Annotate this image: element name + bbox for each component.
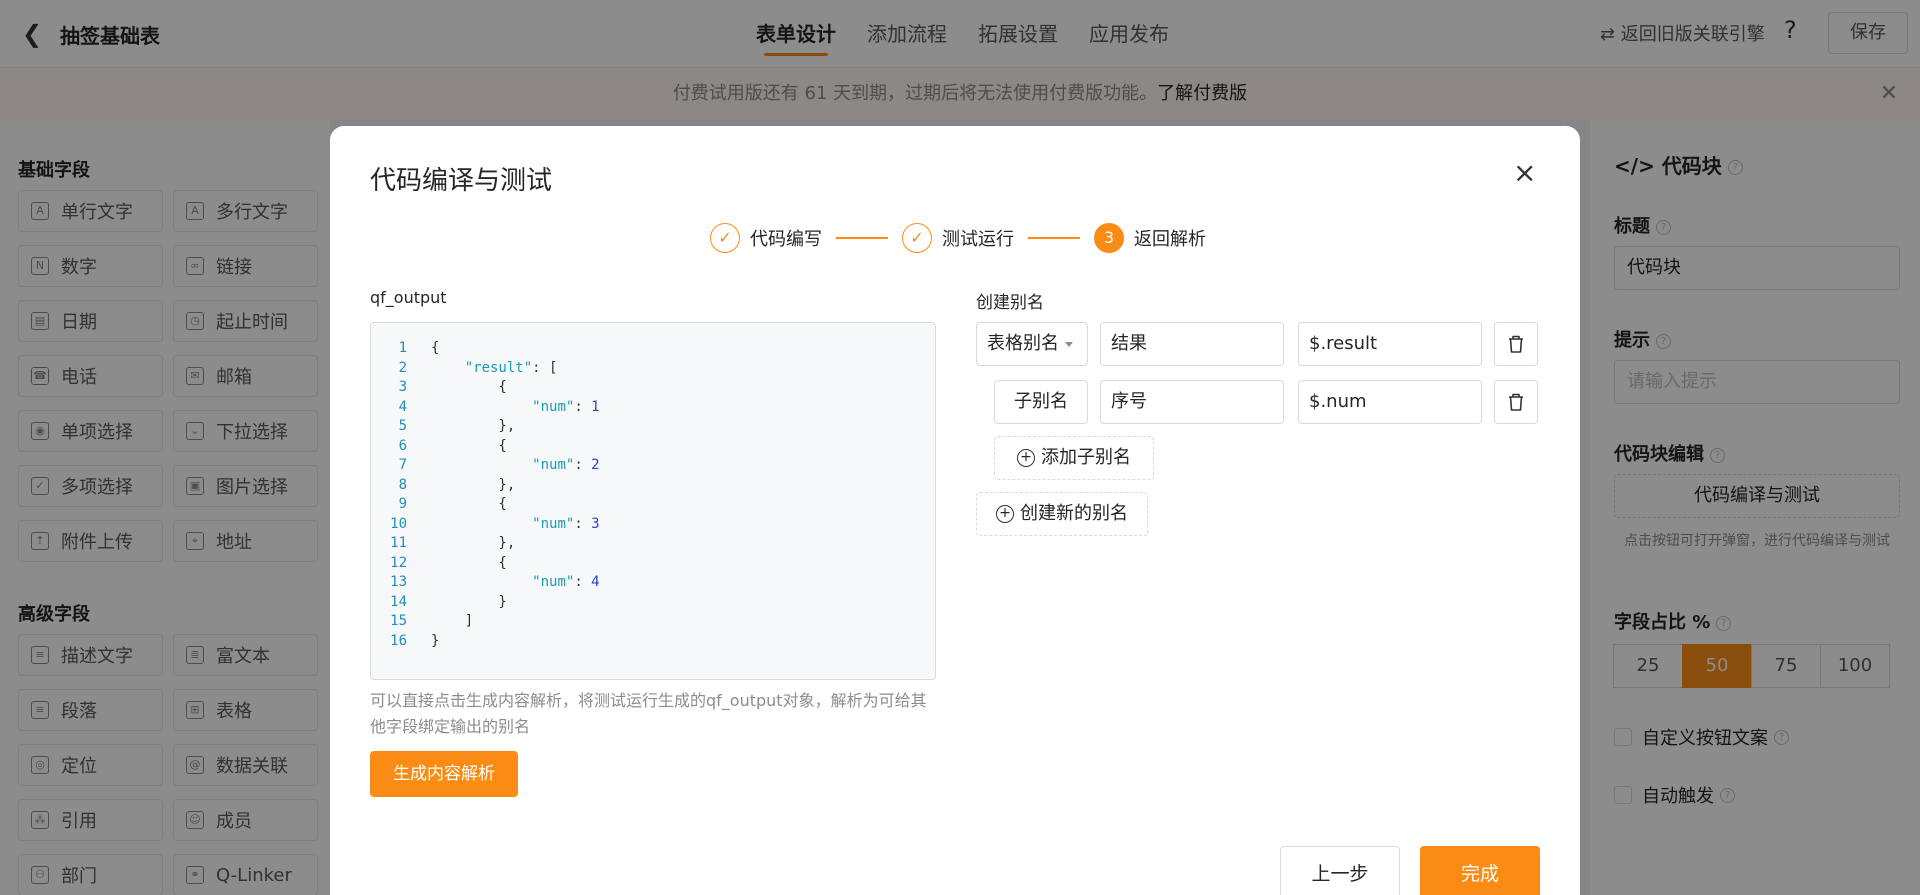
step-connector (1028, 237, 1080, 239)
sub-alias-path-input[interactable]: $.num (1298, 380, 1482, 424)
code-line: 4 "num": 1 (398, 398, 600, 415)
output-label: qf_output (370, 288, 447, 307)
trash-icon (1509, 335, 1523, 353)
code-line: 9 { (398, 496, 507, 512)
parse-hint: 可以直接点击生成内容解析，将测试运行生成的qf_output对象，解析为可给其他… (370, 691, 927, 736)
sub-alias-name-input[interactable]: 序号 (1100, 380, 1284, 424)
add-sub-alias-button[interactable]: + 添加子别名 (994, 436, 1154, 480)
alias-type-select[interactable]: 表格别名 (976, 322, 1088, 366)
code-line: 14 } (390, 593, 507, 610)
output-code-viewer[interactable]: 1{ 2 "result": [ 3 { 4 "num": 1 5 }, 6 {… (370, 322, 936, 680)
create-alias-title: 创建别名 (976, 293, 1044, 313)
code-line: 3 { (398, 379, 507, 395)
previous-step-button[interactable]: 上一步 (1280, 846, 1400, 895)
code-line: 12 { (390, 554, 507, 571)
caret-down-icon (1065, 341, 1073, 347)
modal-title: 代码编译与测试 (370, 166, 553, 196)
step-connector (836, 237, 888, 239)
step-indicator: ✓ 代码编写 ✓ 测试运行 3 返回解析 (710, 222, 1206, 254)
code-line: 2 "result": [ (398, 359, 558, 376)
plus-circle-icon: + (1017, 449, 1035, 467)
generate-parse-button[interactable]: 生成内容解析 (370, 751, 518, 797)
alias-path-input[interactable]: $.result (1298, 322, 1482, 366)
step-number: 3 (1094, 223, 1124, 253)
code-compile-test-modal: 代码编译与测试 × ✓ 代码编写 ✓ 测试运行 3 返回解析 qf_output… (330, 126, 1580, 895)
delete-alias-button[interactable] (1494, 322, 1538, 366)
code-line: 8 }, (398, 476, 516, 493)
step-label-test-run: 测试运行 (942, 229, 1014, 250)
delete-sub-alias-button[interactable] (1494, 380, 1538, 424)
code-line: 11 }, (390, 535, 516, 551)
code-line: 10 "num": 3 (390, 515, 600, 532)
code-line: 15 ] (390, 613, 474, 629)
code-line: 6 { (398, 437, 507, 454)
finish-button[interactable]: 完成 (1420, 846, 1540, 895)
step-label-parse-return: 返回解析 (1134, 229, 1206, 250)
create-alias-button[interactable]: + 创建新的别名 (976, 492, 1148, 536)
sub-alias-type[interactable]: 子别名 (994, 380, 1088, 424)
trash-icon (1509, 393, 1523, 411)
code-line: 1{ (398, 340, 440, 356)
plus-circle-icon: + (996, 505, 1014, 523)
step-label-write-code: 代码编写 (750, 229, 822, 250)
code-line: 7 "num": 2 (398, 457, 600, 473)
alias-name-input[interactable]: 结果 (1100, 322, 1284, 366)
code-line: 5 }, (398, 418, 516, 434)
code-line: 16} (390, 632, 440, 649)
code-line: 13 "num": 4 (390, 574, 600, 590)
check-icon: ✓ (710, 223, 740, 253)
check-icon: ✓ (902, 223, 932, 253)
close-icon[interactable]: × (1513, 156, 1536, 189)
